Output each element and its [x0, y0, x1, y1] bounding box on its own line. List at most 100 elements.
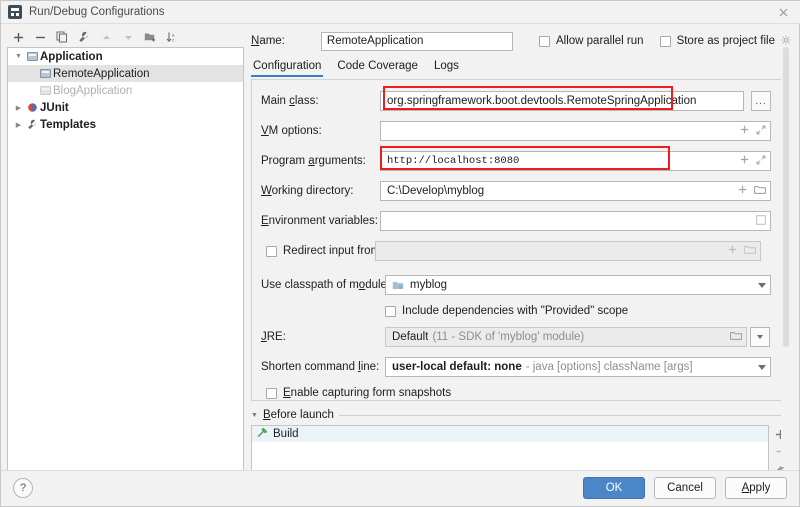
checkbox-box [266, 387, 277, 399]
chevron-down-icon[interactable] [758, 364, 766, 370]
browse-icon[interactable] [756, 214, 766, 228]
jre-dropdown-button[interactable] [750, 327, 770, 347]
tree-item-templates[interactable]: ▶ Templates [8, 116, 243, 133]
main-class-row: Main class: org.springframework.boot.dev… [252, 88, 790, 114]
main-class-browse-button[interactable]: ... [751, 91, 771, 111]
configuration-editor: Name: RemoteApplication Allow parallel r… [247, 27, 795, 493]
shorten-command-line-select[interactable]: user-local default: none - java [options… [385, 357, 771, 377]
before-launch-label: Before launch [262, 409, 334, 421]
plus-icon[interactable] [738, 185, 747, 197]
add-configuration-button[interactable] [7, 28, 29, 46]
tree-item-remote-application[interactable]: ▼ ▼ RemoteApplication [8, 65, 243, 82]
tree-item-junit[interactable]: ▶ JUnit [8, 99, 243, 116]
main-class-label: Main class: [261, 95, 319, 107]
ok-button[interactable]: OK [583, 477, 645, 499]
chevron-right-icon[interactable]: ▶ [12, 121, 25, 129]
tree-item-application[interactable]: ▼ Application [8, 48, 243, 65]
expand-icon[interactable] [756, 155, 766, 168]
store-as-project-file-checkbox[interactable]: Store as project file [659, 35, 775, 47]
before-launch-item-build[interactable]: Build [252, 426, 768, 442]
chevron-down-icon[interactable]: ▼ [12, 53, 25, 60]
title-bar: Run/Debug Configurations [1, 1, 800, 24]
chevron-right-icon[interactable]: ▶ [12, 104, 25, 112]
tab-code-coverage[interactable]: Code Coverage [335, 60, 420, 77]
plus-icon[interactable] [740, 125, 749, 137]
redirect-input-label: Redirect input from: [283, 245, 384, 257]
main-class-value: org.springframework.boot.devtools.Remote… [387, 95, 697, 107]
program-arguments-input[interactable]: http://localhost:8080 [380, 151, 771, 171]
application-icon [38, 86, 53, 95]
tree-item-label: RemoteApplication [53, 67, 150, 80]
working-directory-value: C:\Develop\myblog [387, 185, 485, 197]
vm-options-input[interactable] [380, 121, 771, 141]
redirect-input-checkbox[interactable]: Redirect input from: [252, 245, 384, 257]
name-input[interactable]: RemoteApplication [320, 31, 513, 51]
build-hammer-icon [257, 427, 268, 441]
move-down-button[interactable] [117, 28, 139, 46]
tab-configuration[interactable]: Configuration [251, 60, 324, 77]
main-class-input[interactable]: org.springframework.boot.devtools.Remote… [380, 91, 744, 111]
move-into-folder-button[interactable] [139, 28, 161, 46]
remove-configuration-button[interactable] [29, 28, 51, 46]
enable-form-snapshots-label: Enable capturing form snapshots [283, 387, 452, 399]
shorten-command-line-value: user-local default: none [392, 361, 522, 373]
shorten-command-line-label: Shorten command line: [261, 361, 380, 373]
configuration-panel: Main class: org.springframework.boot.dev… [251, 79, 791, 401]
environment-variables-row: Environment variables: [252, 208, 790, 234]
chevron-down-icon[interactable] [758, 282, 766, 288]
module-icon [392, 280, 404, 291]
edit-templates-wrench-icon[interactable] [73, 28, 95, 46]
jre-value: Default [392, 331, 429, 343]
tab-logs[interactable]: Logs [432, 60, 461, 77]
enable-form-snapshots-row: Enable capturing form snapshots [252, 380, 790, 400]
tree-item-label: Application [40, 50, 103, 63]
cancel-button[interactable]: Cancel [654, 477, 716, 499]
gear-icon[interactable] [781, 35, 791, 48]
vm-options-row: VM options: [252, 118, 790, 144]
working-directory-label: Working directory: [261, 185, 354, 197]
wrench-icon [25, 119, 40, 130]
jre-row: JRE: Default (11 - SDK of 'myblog' modul… [252, 324, 790, 350]
application-icon [38, 69, 53, 78]
environment-variables-input[interactable] [380, 211, 771, 231]
folder-icon[interactable] [730, 331, 742, 344]
move-up-button[interactable] [95, 28, 117, 46]
include-provided-row: Include dependencies with "Provided" sco… [252, 298, 790, 324]
name-input-value: RemoteApplication [326, 35, 424, 47]
intellij-idea-icon [8, 5, 22, 19]
expand-icon[interactable] [756, 125, 766, 138]
allow-parallel-run-checkbox[interactable]: Allow parallel run [538, 35, 644, 47]
run-debug-configurations-dialog: Run/Debug Configurations a z ▼ Applicati… [0, 0, 800, 507]
store-as-project-file-label: Store as project file [676, 35, 775, 47]
copy-configuration-button[interactable] [51, 28, 73, 46]
vertical-scrollbar[interactable] [781, 47, 791, 467]
jre-select[interactable]: Default (11 - SDK of 'myblog' module) [385, 327, 747, 347]
help-button[interactable]: ? [13, 478, 33, 498]
chevron-down-icon[interactable]: ▼ [251, 412, 258, 419]
checkbox-box [385, 305, 396, 317]
enable-form-snapshots-checkbox[interactable]: Enable capturing form snapshots [266, 387, 451, 399]
dialog-buttons: OK Cancel Apply [583, 477, 787, 499]
plus-icon[interactable] [740, 155, 749, 167]
shorten-command-line-hint: - java [options] className [args] [525, 361, 693, 373]
tree-item-blog-application[interactable]: ▼ ▼ BlogApplication [8, 82, 243, 99]
dialog-footer: ? OK Cancel Apply [1, 470, 799, 506]
junit-icon [25, 102, 40, 113]
working-directory-input[interactable]: C:\Develop\myblog [380, 181, 771, 201]
close-icon[interactable] [771, 4, 795, 21]
classpath-module-value: myblog [410, 279, 448, 291]
environment-variables-label: Environment variables: [261, 215, 378, 227]
scrollbar-thumb[interactable] [783, 47, 789, 347]
name-label: Name: [251, 35, 285, 47]
configurations-tree[interactable]: ▼ Application ▼ ▼ RemoteApplication ▼ ▼ … [7, 47, 244, 471]
folder-icon[interactable] [754, 185, 766, 198]
editor-tabs: Configuration Code Coverage Logs [251, 57, 791, 77]
vm-options-label: VM options: [261, 125, 322, 137]
classpath-module-select[interactable]: myblog [385, 275, 771, 295]
apply-button[interactable]: Apply [725, 477, 787, 499]
before-launch-header[interactable]: ▼ Before launch [251, 407, 791, 423]
checkbox-box [659, 35, 671, 47]
include-provided-checkbox[interactable]: Include dependencies with "Provided" sco… [385, 305, 628, 317]
sort-configurations-button[interactable]: a z [161, 28, 183, 46]
classpath-module-label: Use classpath of module: [261, 279, 391, 291]
